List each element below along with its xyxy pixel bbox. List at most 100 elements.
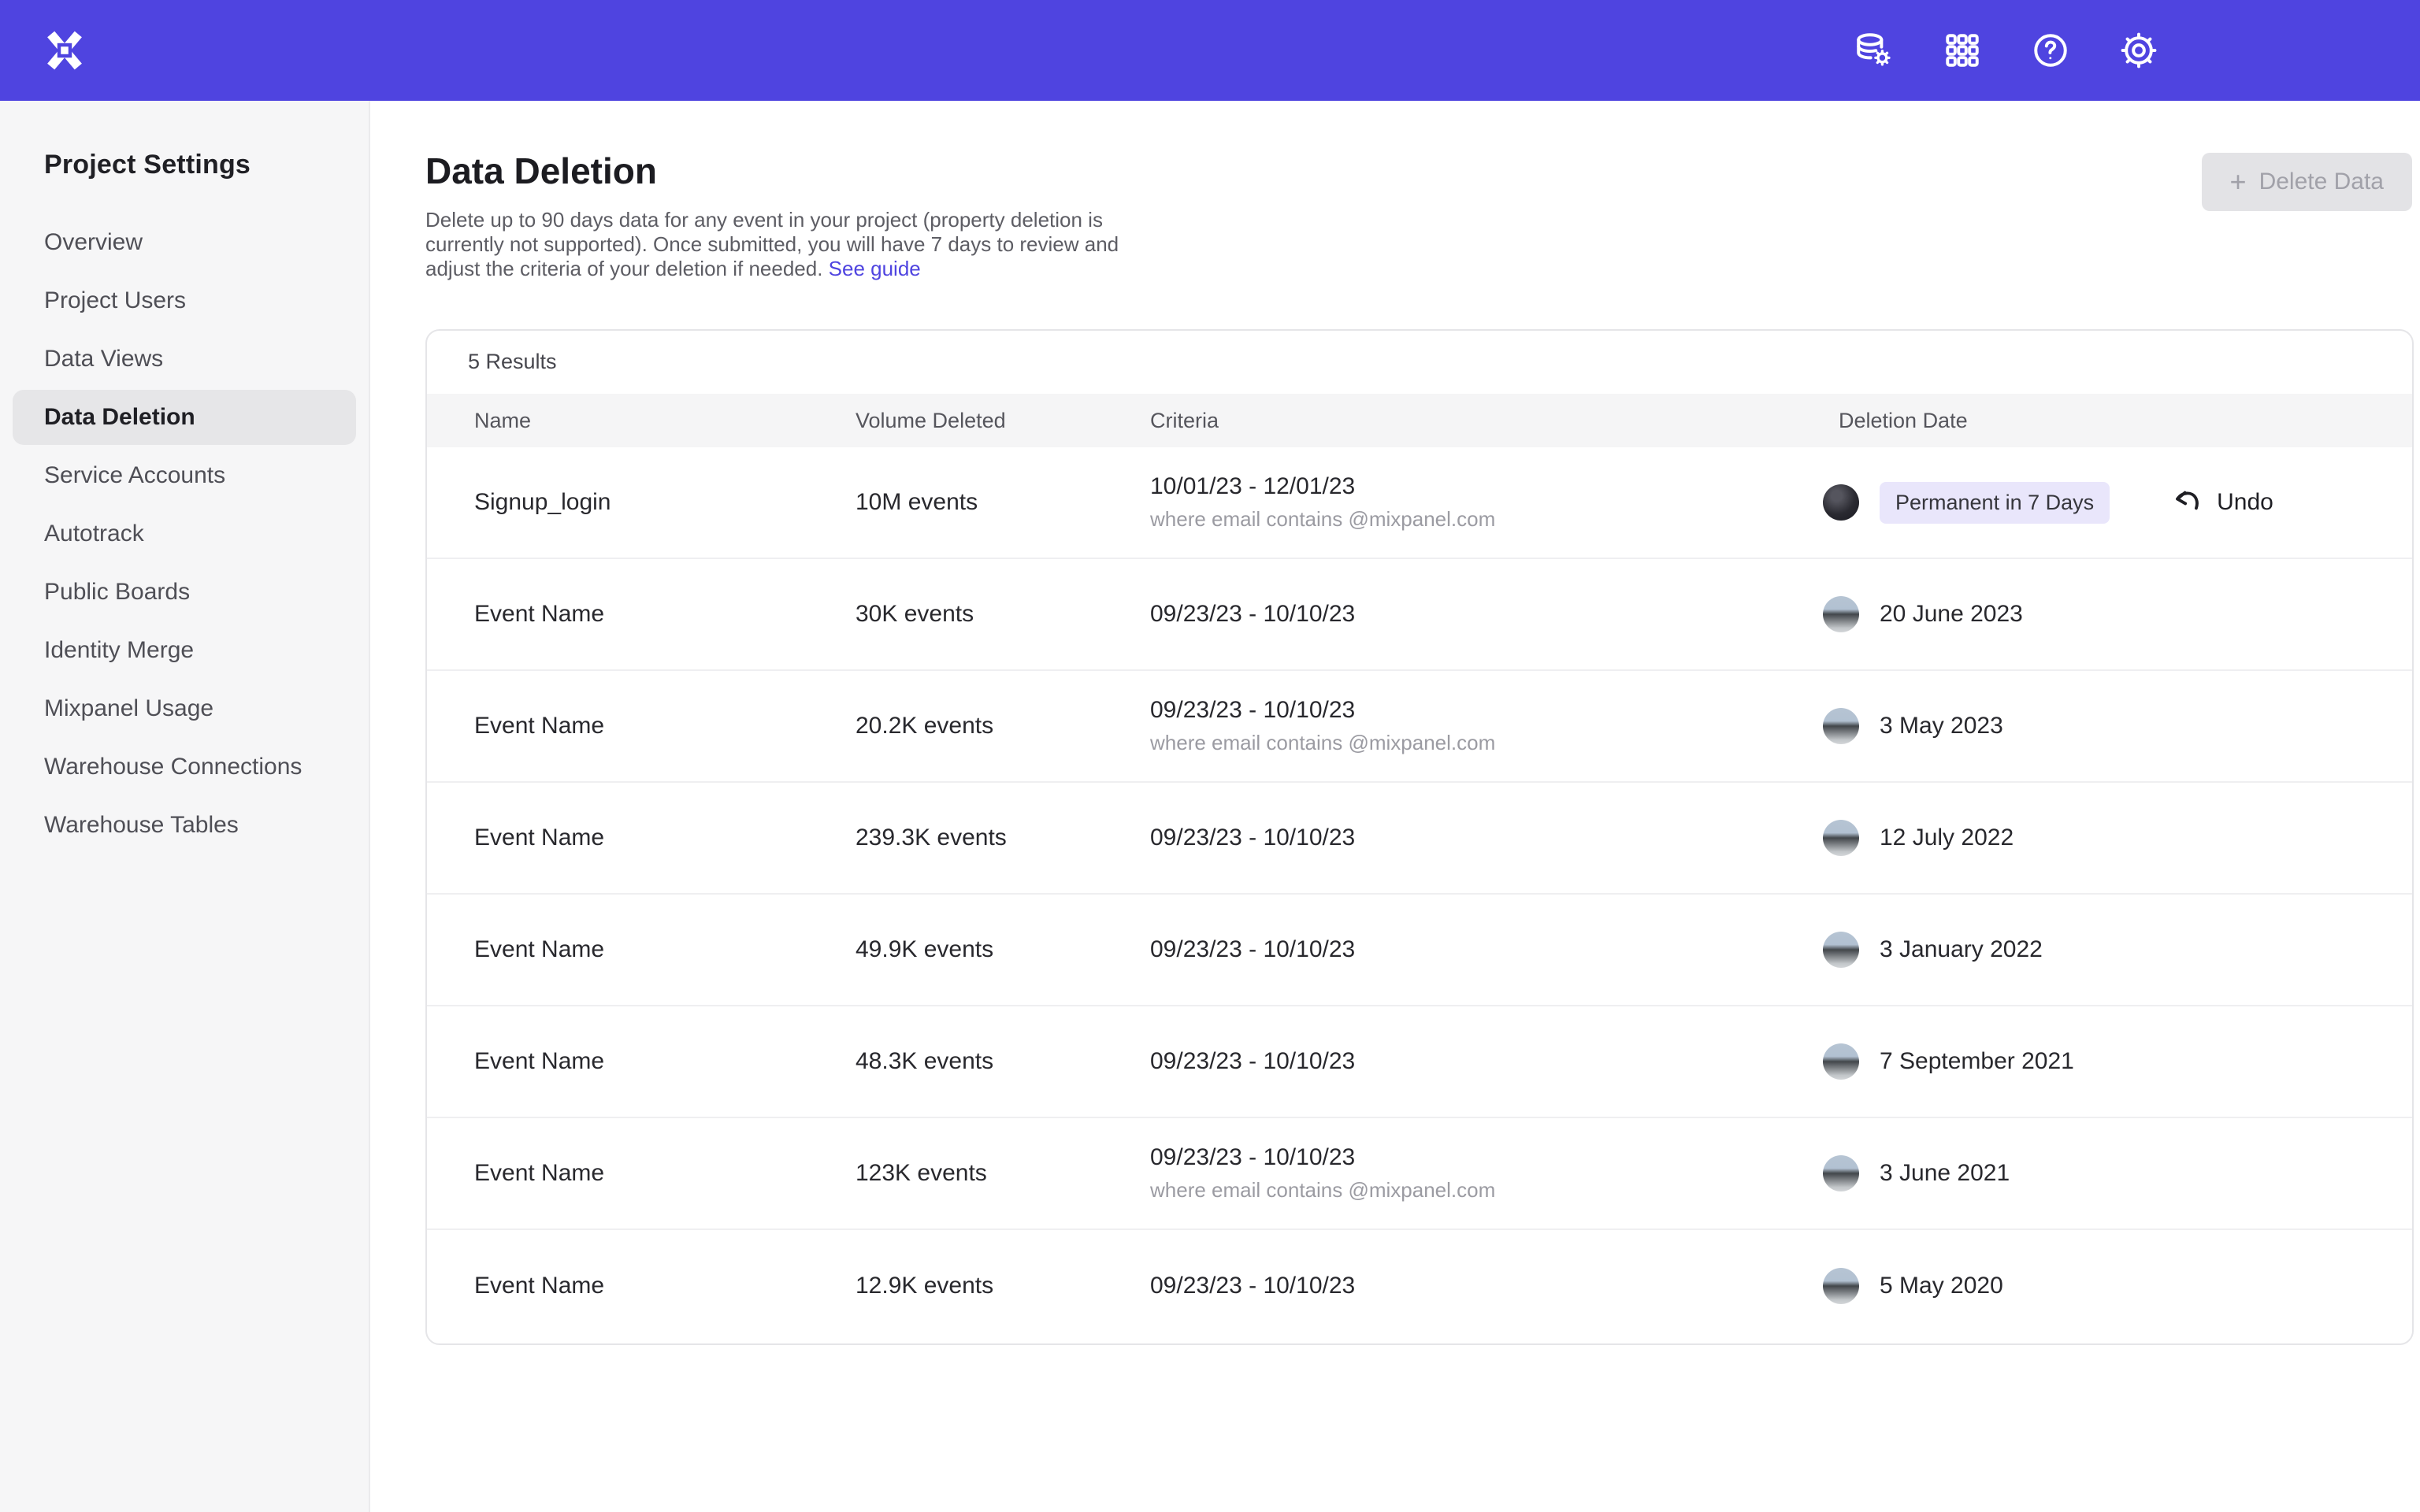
deletion-date: 3 January 2022 [1880, 936, 2043, 963]
sidebar-item-warehouse-tables[interactable]: Warehouse Tables [13, 798, 356, 853]
criteria-range: 10/01/23 - 12/01/23 [1150, 473, 1823, 500]
volume-cell: 123K events [856, 1160, 1150, 1187]
criteria-range: 09/23/23 - 10/10/23 [1150, 1048, 1823, 1075]
avatar [1823, 932, 1859, 968]
table-row: Event Name30K events09/23/23 - 10/10/23 2… [427, 559, 2412, 671]
volume-cell: 10M events [856, 489, 1150, 516]
criteria-cell: 09/23/23 - 10/10/23 [1150, 936, 1823, 963]
deletion-date: 20 June 2023 [1880, 601, 2023, 628]
criteria-subtext: where email contains @mixpanel.com [1150, 731, 1823, 755]
sidebar-item-data-views[interactable]: Data Views [13, 332, 356, 387]
status-badge: Permanent in 7 Days [1880, 482, 2110, 524]
plus-icon: + [2230, 168, 2247, 196]
criteria-range: 09/23/23 - 10/10/23 [1150, 1144, 1823, 1171]
criteria-cell: 09/23/23 - 10/10/23 where email contains … [1150, 697, 1823, 755]
column-header-name: Name [474, 409, 856, 433]
undo-button[interactable]: Undo [2171, 485, 2273, 520]
criteria-cell: 09/23/23 - 10/10/23 [1150, 1048, 1823, 1075]
undo-icon [2171, 485, 2206, 520]
volume-cell: 20.2K events [856, 713, 1150, 739]
main-content: Data Deletion Delete up to 90 days data … [370, 101, 2420, 1512]
volume-cell: 12.9K events [856, 1273, 1150, 1299]
undo-label: Undo [2217, 489, 2273, 516]
volume-cell: 30K events [856, 601, 1150, 628]
table-card: 5 Results Name Volume Deleted Criteria D… [425, 329, 2414, 1345]
sidebar-item-data-deletion[interactable]: Data Deletion [13, 390, 356, 445]
sidebar-item-overview[interactable]: Overview [13, 215, 356, 270]
name-cell: Event Name [474, 1273, 856, 1299]
name-cell: Event Name [474, 1048, 856, 1075]
name-cell: Signup_login [474, 489, 856, 516]
column-header-volume-deleted: Volume Deleted [856, 409, 1150, 433]
help-icon[interactable] [2031, 31, 2070, 70]
apps-grid-icon[interactable] [1943, 31, 1982, 70]
deletion-date: 5 May 2020 [1880, 1273, 2003, 1299]
table-row: Signup_login10M events10/01/23 - 12/01/2… [427, 447, 2412, 559]
sidebar-item-warehouse-connections[interactable]: Warehouse Connections [13, 739, 356, 795]
avatar [1823, 820, 1859, 856]
name-cell: Event Name [474, 713, 856, 739]
criteria-cell: 09/23/23 - 10/10/23 [1150, 825, 1823, 851]
sidebar-item-mixpanel-usage[interactable]: Mixpanel Usage [13, 681, 356, 736]
criteria-cell: 10/01/23 - 12/01/23where email contains … [1150, 473, 1823, 532]
sidebar-item-identity-merge[interactable]: Identity Merge [13, 623, 356, 678]
table-row: Event Name49.9K events09/23/23 - 10/10/2… [427, 895, 2412, 1006]
avatar [1823, 484, 1859, 521]
volume-cell: 48.3K events [856, 1048, 1150, 1075]
results-count: 5 Results [468, 350, 557, 374]
volume-cell: 49.9K events [856, 936, 1150, 963]
name-cell: Event Name [474, 1160, 856, 1187]
criteria-cell: 09/23/23 - 10/10/23 [1150, 1273, 1823, 1299]
criteria-range: 09/23/23 - 10/10/23 [1150, 601, 1823, 628]
deletion-cell: 7 September 2021 [1823, 1043, 2412, 1080]
criteria-range: 09/23/23 - 10/10/23 [1150, 936, 1823, 963]
deletion-cell: 3 May 2023 [1823, 708, 2412, 744]
table-row: Event Name20.2K events09/23/23 - 10/10/2… [427, 671, 2412, 783]
name-cell: Event Name [474, 936, 856, 963]
avatar [1823, 596, 1859, 632]
table-row: Event Name123K events09/23/23 - 10/10/23… [427, 1118, 2412, 1230]
topbar-icon-group [1854, 0, 2158, 101]
mixpanel-logo-icon[interactable] [44, 30, 85, 71]
page-title: Data Deletion [425, 150, 657, 192]
column-header-deletion-date: Deletion Date [1823, 409, 2412, 433]
criteria-cell: 09/23/23 - 10/10/23 [1150, 601, 1823, 628]
deletion-cell: 12 July 2022 [1823, 820, 2412, 856]
volume-cell: 239.3K events [856, 825, 1150, 851]
see-guide-link[interactable]: See guide [829, 257, 921, 280]
deletion-cell: 3 June 2021 [1823, 1155, 2412, 1191]
delete-data-button[interactable]: + Delete Data [2202, 153, 2412, 211]
sidebar-item-project-users[interactable]: Project Users [13, 273, 356, 328]
page-description: Delete up to 90 days data for any event … [425, 208, 1166, 281]
delete-data-button-label: Delete Data [2259, 169, 2384, 195]
deletion-date: 12 July 2022 [1880, 825, 2014, 851]
avatar [1823, 1043, 1859, 1080]
table-rows: Signup_login10M events10/01/23 - 12/01/2… [427, 447, 2412, 1342]
sidebar-item-public-boards[interactable]: Public Boards [13, 565, 356, 620]
deletion-date: 3 June 2021 [1880, 1160, 2010, 1187]
sidebar-item-autotrack[interactable]: Autotrack [13, 506, 356, 561]
table-row: Event Name239.3K events09/23/23 - 10/10/… [427, 783, 2412, 895]
deletion-date: 3 May 2023 [1880, 713, 2003, 739]
deletion-cell: Permanent in 7 Days Undo [1823, 482, 2412, 524]
sidebar-item-service-accounts[interactable]: Service Accounts [13, 448, 356, 503]
deletion-cell: 3 January 2022 [1823, 932, 2412, 968]
criteria-subtext: where email contains @mixpanel.com [1150, 1178, 1823, 1203]
criteria-range: 09/23/23 - 10/10/23 [1150, 825, 1823, 851]
deletion-cell: 20 June 2023 [1823, 596, 2412, 632]
avatar [1823, 708, 1859, 744]
page-description-text: Delete up to 90 days data for any event … [425, 208, 1119, 280]
avatar [1823, 1155, 1859, 1191]
name-cell: Event Name [474, 601, 856, 628]
sidebar-title: Project Settings [44, 150, 369, 180]
deletion-cell: 5 May 2020 [1823, 1268, 2412, 1304]
sidebar-nav: OverviewProject UsersData ViewsData Dele… [0, 215, 369, 853]
topbar [0, 0, 2420, 101]
criteria-range: 09/23/23 - 10/10/23 [1150, 697, 1823, 724]
criteria-cell: 09/23/23 - 10/10/23 where email contains … [1150, 1144, 1823, 1203]
name-cell: Event Name [474, 825, 856, 851]
settings-icon[interactable] [2119, 31, 2158, 70]
avatar [1823, 1268, 1859, 1304]
deletion-date: 7 September 2021 [1880, 1048, 2074, 1075]
data-pipelines-icon[interactable] [1854, 31, 1894, 70]
